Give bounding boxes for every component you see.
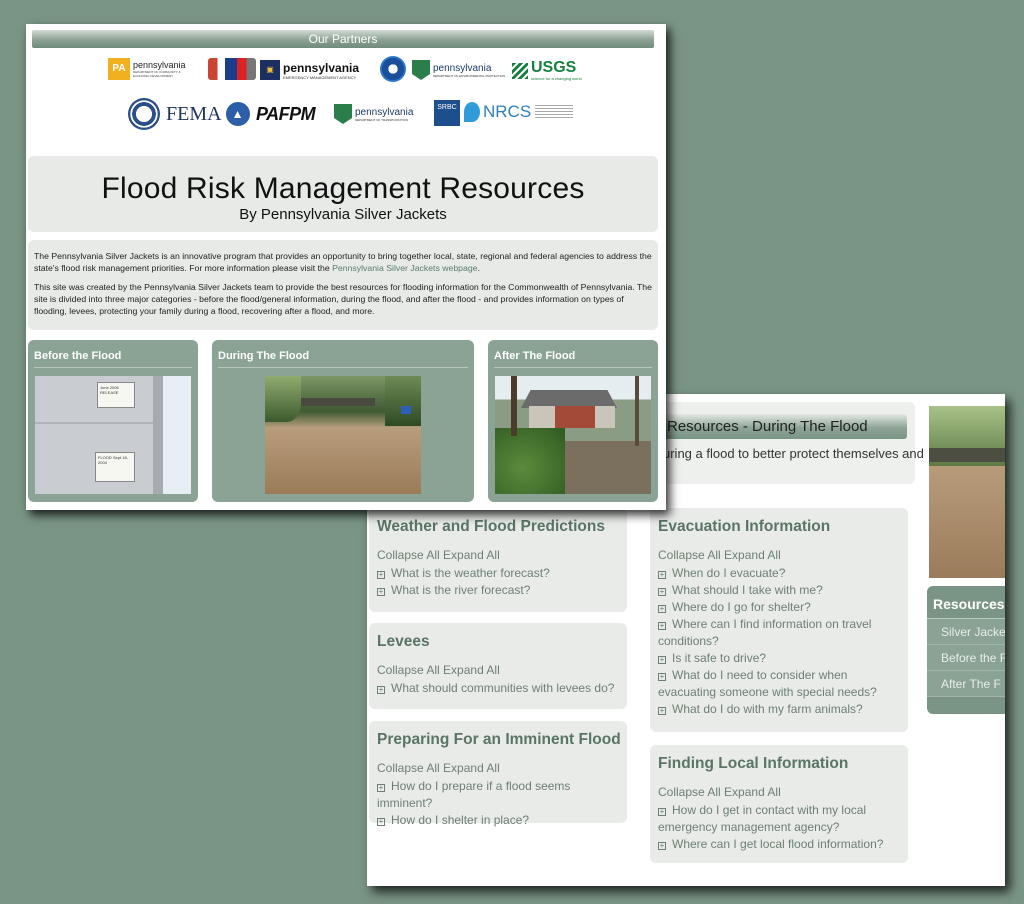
expand-plus-icon[interactable]: + <box>377 588 385 596</box>
high-water-mark-photo: June 2006 RELEASE FLOOD Sept 18, 2004 <box>35 376 191 494</box>
resources-sidebar: Resources Silver Jacke Before the F Afte… <box>927 586 1005 714</box>
srbc-logo[interactable]: SRBC <box>434 100 460 126</box>
before-flood-card[interactable]: Before the Flood June 2006 RELEASE FLOOD… <box>28 340 198 502</box>
during-flood-photo <box>929 406 1005 578</box>
faq-item[interactable]: + How do I shelter in place? <box>377 812 619 829</box>
during-header-title: Resources - During The Flood <box>657 414 907 439</box>
collapse-all-link[interactable]: Collapse All <box>658 785 721 799</box>
silver-jackets-link[interactable]: Pennsylvania Silver Jackets webpage <box>332 263 477 273</box>
expand-plus-icon[interactable]: + <box>658 571 666 579</box>
noaa-logo[interactable] <box>380 56 409 82</box>
flood-mark-sign: FLOOD Sept 18, 2004 <box>95 452 135 482</box>
expand-plus-icon[interactable]: + <box>658 605 666 613</box>
expand-all-link[interactable]: Expand All <box>724 785 781 799</box>
collapse-all-link[interactable]: Collapse All <box>377 663 440 677</box>
card-title: Preparing For an Imminent Flood <box>377 731 621 748</box>
during-flood-card[interactable]: During The Flood <box>212 340 474 502</box>
card-evacuation: Evacuation Information Collapse All Expa… <box>650 508 908 732</box>
faq-item[interactable]: + What is the river forecast? <box>377 582 619 599</box>
card-title: After The Flood <box>494 350 652 368</box>
card-weather: Weather and Flood Predictions Collapse A… <box>369 508 627 612</box>
after-flood-card[interactable]: After The Flood <box>488 340 658 502</box>
resources-title: Resources <box>927 586 1005 619</box>
faq-item[interactable]: + Where do I go for shelter? <box>658 599 900 616</box>
faq-item[interactable]: + What should communities with levees do? <box>377 680 619 697</box>
pema-logo[interactable]: ▣ pennsylvania EMERGENCY MANAGEMENT AGENC… <box>260 60 359 80</box>
card-title: During The Flood <box>218 350 468 368</box>
dhs-seal-logo[interactable] <box>128 98 163 130</box>
nrcs-logo[interactable]: NRCS <box>464 102 574 122</box>
resources-item[interactable]: Silver Jacke <box>927 619 1005 645</box>
intro-paragraph-2: This site was created by the Pennsylvani… <box>34 282 652 316</box>
faq-item[interactable]: + Where can I get local flood information… <box>658 836 900 853</box>
home-page-screenshot: Our Partners PA pennsylvania DEPARTMENT O… <box>26 24 666 510</box>
fema-logo[interactable]: FEMA ▲ <box>166 102 253 126</box>
card-local-info: Finding Local Information Collapse All E… <box>650 745 908 863</box>
damaged-house-photo <box>495 376 651 494</box>
card-preparing: Preparing For an Imminent Flood Collapse… <box>369 721 627 827</box>
collapse-all-link[interactable]: Collapse All <box>658 548 721 562</box>
faq-item[interactable]: + What do I need to consider when evacuat… <box>658 667 900 701</box>
intro-box: The Pennsylvania Silver Jackets is an in… <box>28 240 658 330</box>
pa-dced-logo[interactable]: PA pennsylvania DEPARTMENT OF COMMUNITY &… <box>108 58 193 80</box>
pa-dep-logo[interactable]: pennsylvania DEPARTMENT OF ENVIRONMENTAL … <box>412 60 505 80</box>
title-box: Flood Risk Management Resources By Penns… <box>28 156 658 232</box>
expand-all-link[interactable]: Expand All <box>443 761 500 775</box>
during-header-text: uring a flood to better protect themselv… <box>663 446 924 461</box>
expand-plus-icon[interactable]: + <box>377 784 385 792</box>
faq-item[interactable]: + How do I get in contact with my local e… <box>658 802 900 836</box>
expand-plus-icon[interactable]: + <box>658 842 666 850</box>
resources-item[interactable]: After The F <box>927 671 1005 697</box>
expand-plus-icon[interactable]: + <box>658 808 666 816</box>
partner-logos: PA pennsylvania DEPARTMENT OF COMMUNITY &… <box>26 54 666 144</box>
penndot-logo[interactable]: pennsylvania DEPARTMENT OF TRANSPORTATION <box>334 104 413 124</box>
expand-plus-icon[interactable]: + <box>377 571 385 579</box>
page-subtitle: By Pennsylvania Silver Jackets <box>239 206 447 223</box>
card-title: Levees <box>377 633 430 650</box>
expand-plus-icon[interactable]: + <box>377 686 385 694</box>
expand-plus-icon[interactable]: + <box>377 818 385 826</box>
expand-all-link[interactable]: Expand All <box>724 548 781 562</box>
partners-title: Our Partners <box>32 30 654 48</box>
intro-paragraph-1: The Pennsylvania Silver Jackets is an in… <box>34 251 652 273</box>
faq-item[interactable]: + What is the weather forecast? <box>377 565 619 582</box>
card-title: Evacuation Information <box>658 518 831 535</box>
faq-item[interactable]: + What should I take with me? <box>658 582 900 599</box>
faq-item[interactable]: + Where can I find information on travel … <box>658 616 900 650</box>
collapse-all-link[interactable]: Collapse All <box>377 761 440 775</box>
usgs-logo[interactable]: USGS science for a changing world <box>512 60 582 81</box>
faq-item[interactable]: + When do I evacuate? <box>658 565 900 582</box>
flooded-street-photo <box>265 376 421 494</box>
expand-all-link[interactable]: Expand All <box>443 548 500 562</box>
expand-plus-icon[interactable]: + <box>658 656 666 664</box>
flood-mark-sign: June 2006 RELEASE <box>97 382 135 408</box>
page-title: Flood Risk Management Resources <box>101 172 585 205</box>
card-title: Before the Flood <box>34 350 192 368</box>
faq-item[interactable]: + How do I prepare if a flood seems immin… <box>377 778 619 812</box>
collapse-all-link[interactable]: Collapse All <box>377 548 440 562</box>
expand-all-link[interactable]: Expand All <box>443 663 500 677</box>
expand-plus-icon[interactable]: + <box>658 588 666 596</box>
resources-item[interactable]: Before the F <box>927 645 1005 671</box>
card-levees: Levees Collapse All Expand All + What sho… <box>369 623 627 709</box>
expand-plus-icon[interactable]: + <box>658 673 666 681</box>
pafpm-logo[interactable]: PAFPM <box>256 104 316 125</box>
faq-item[interactable]: + Is it safe to drive? <box>658 650 900 667</box>
faq-item[interactable]: + What do I do with my farm animals? <box>658 701 900 718</box>
expand-plus-icon[interactable]: + <box>658 622 666 630</box>
card-title: Finding Local Information <box>658 755 849 772</box>
expand-plus-icon[interactable]: + <box>658 707 666 715</box>
card-title: Weather and Flood Predictions <box>377 518 605 535</box>
pa-shields-logo[interactable] <box>208 58 259 80</box>
